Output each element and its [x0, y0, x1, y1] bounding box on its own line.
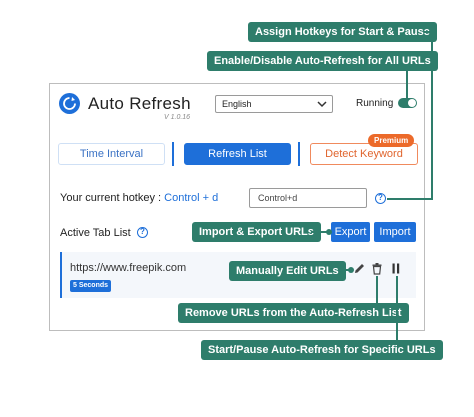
help-icon[interactable]: ? [137, 227, 148, 238]
url-text: https://www.freepik.com [70, 262, 187, 274]
toggle-knob [408, 99, 416, 107]
export-button[interactable]: Export [331, 222, 370, 242]
callout-auto-refresh: Enable/Disable Auto-Refresh for All URLs [207, 51, 438, 71]
hotkey-label: Your current hotkey : Control + d [60, 192, 218, 204]
callout-remove: Remove URLs from the Auto-Refresh List [178, 303, 409, 323]
app-title: Auto Refresh [88, 94, 191, 113]
running-label: Running [356, 98, 394, 109]
chevron-down-icon [317, 101, 327, 108]
connector-dot [348, 267, 354, 273]
callout-edit: Manually Edit URLs [229, 261, 346, 281]
connector-dot [326, 229, 332, 235]
hotkey-label-text: Your current hotkey : [60, 192, 165, 204]
interval-badge: 5 Seconds [70, 280, 112, 292]
tab-separator [172, 142, 174, 166]
pencil-icon[interactable] [353, 262, 366, 275]
pause-icon[interactable] [391, 262, 401, 275]
app-version: V 1.0.16 [164, 114, 191, 121]
language-select[interactable]: English [215, 95, 333, 113]
callout-import-export: Import & Export URLs [192, 222, 321, 242]
help-icon[interactable]: ? [375, 193, 386, 204]
tab-separator [298, 142, 300, 166]
premium-badge: Premium [368, 134, 415, 147]
connector-line [396, 276, 398, 341]
callout-hotkeys: Assign Hotkeys for Start & Pause [248, 22, 437, 42]
trash-icon[interactable] [371, 262, 383, 275]
tab-time-interval[interactable]: Time Interval [58, 143, 165, 165]
hotkey-input[interactable] [249, 188, 367, 208]
language-value: English [222, 99, 252, 109]
connector-line [406, 71, 408, 98]
connector-line [387, 198, 433, 200]
active-tab-label: Active Tab List [60, 227, 131, 239]
tab-refresh-list[interactable]: Refresh List [184, 143, 291, 165]
callout-start-pause: Start/Pause Auto-Refresh for Specific UR… [201, 340, 443, 360]
refresh-logo-icon [59, 93, 80, 114]
import-button[interactable]: Import [374, 222, 416, 242]
running-toggle[interactable] [398, 98, 417, 108]
connector-line [376, 276, 378, 304]
hotkey-value: Control + d [164, 192, 219, 204]
